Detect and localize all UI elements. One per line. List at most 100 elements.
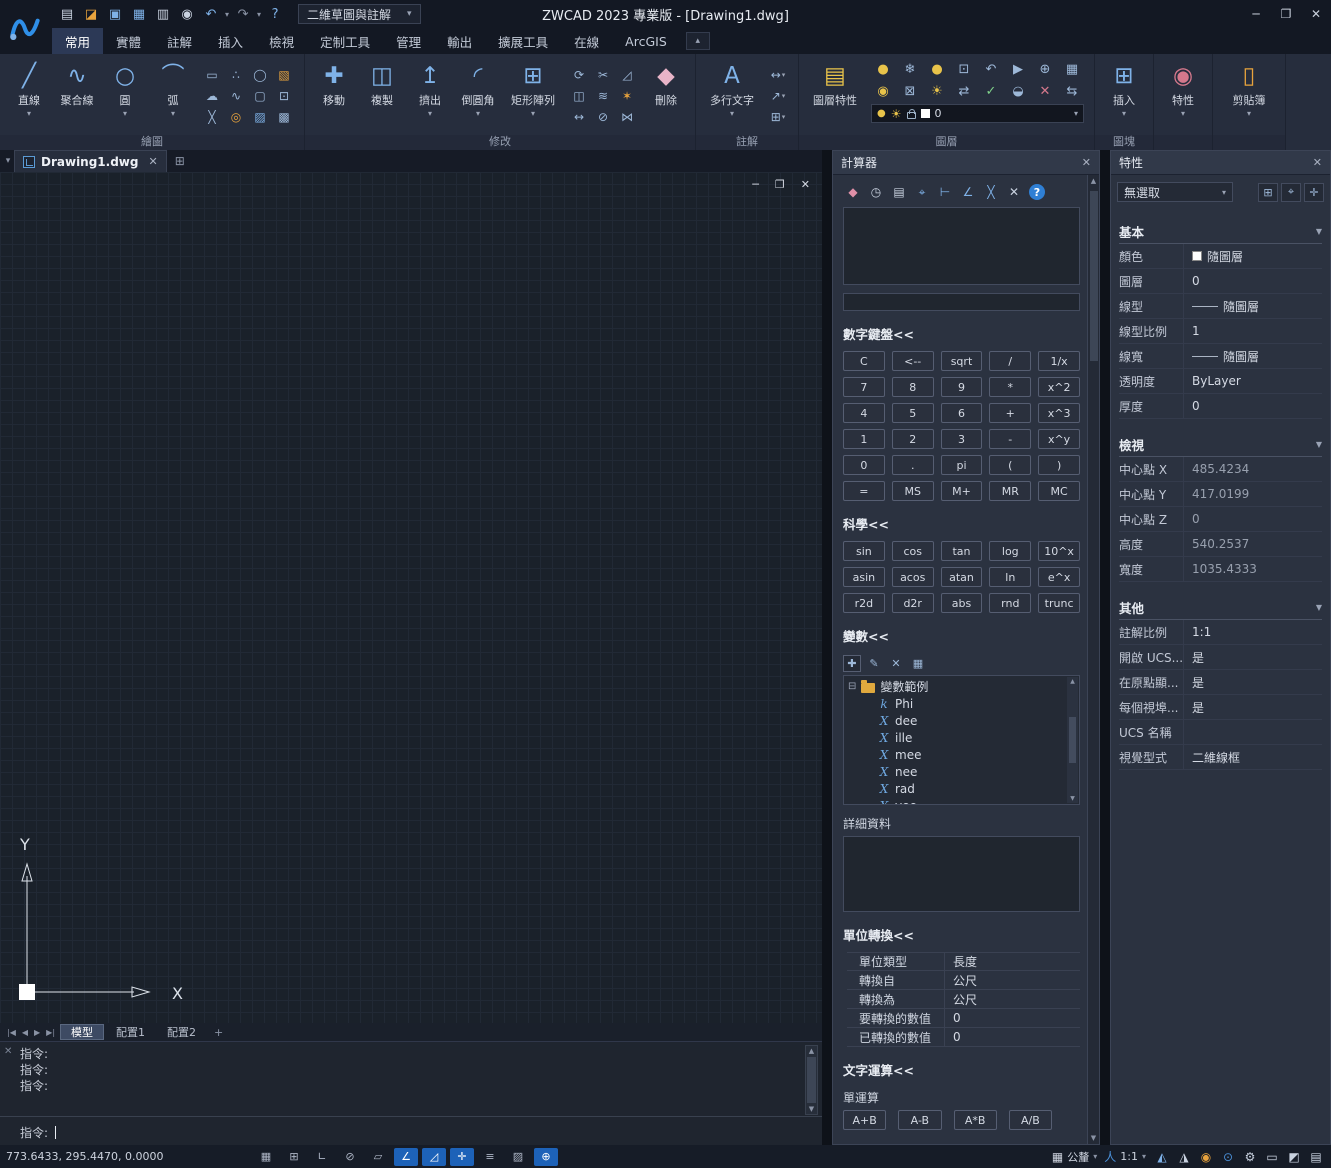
drawing-close-icon[interactable]: ✕ bbox=[801, 178, 810, 191]
calc-button-8[interactable]: 8 bbox=[892, 377, 934, 397]
unit-row-value[interactable]: 0 bbox=[945, 1030, 961, 1044]
scroll-up-icon[interactable]: ▲ bbox=[809, 1047, 814, 1055]
calc-button-.[interactable]: . bbox=[892, 455, 934, 475]
calc-button-1[interactable]: 1 bbox=[843, 429, 885, 449]
stretch-button[interactable]: ↥擠出▾ bbox=[407, 57, 453, 135]
calc-button-pi[interactable]: pi bbox=[941, 455, 983, 475]
erase-button[interactable]: ◆刪除 bbox=[643, 57, 689, 135]
layer-select-dropdown[interactable]: ●☀0▾ bbox=[871, 104, 1084, 123]
calc-button-+[interactable]: + bbox=[989, 403, 1031, 423]
calc-button-0[interactable]: 0 bbox=[843, 455, 885, 475]
snap-mode-icon[interactable]: ⊞ bbox=[282, 1148, 306, 1166]
calc-button-)[interactable]: ) bbox=[1038, 455, 1080, 475]
calc-button-r2d[interactable]: r2d bbox=[843, 593, 885, 613]
scroll-up-icon[interactable]: ▲ bbox=[1070, 678, 1075, 685]
mtext-button[interactable]: A多行文字▾ bbox=[702, 57, 762, 135]
polyline-button[interactable]: ∿聚合線 bbox=[54, 57, 100, 135]
variable-item[interactable]: Xmee bbox=[848, 746, 1063, 763]
layer-translate-icon[interactable]: ⇆ bbox=[1060, 81, 1084, 101]
angle-of-line-icon[interactable]: ∠ bbox=[958, 182, 978, 202]
layout-nav-icon-2[interactable]: ▶ bbox=[31, 1028, 43, 1037]
annotation-scale-dropdown[interactable]: 人 1:1 ▾ bbox=[1104, 1148, 1146, 1165]
close-button[interactable]: ✕ bbox=[1301, 0, 1331, 28]
calc-button-trunc[interactable]: trunc bbox=[1038, 593, 1080, 613]
layer-walk-icon[interactable]: ▶ bbox=[1006, 59, 1030, 79]
calc-button-sin[interactable]: sin bbox=[843, 541, 885, 561]
calc-button-x^3[interactable]: x^3 bbox=[1038, 403, 1080, 423]
calc-button-2[interactable]: 2 bbox=[892, 429, 934, 449]
move-button[interactable]: ✚移動 bbox=[311, 57, 357, 135]
ribbon-tab-輸出[interactable]: 輸出 bbox=[434, 28, 485, 54]
zwcad-logo[interactable] bbox=[0, 0, 50, 54]
property-value[interactable]: 是 bbox=[1183, 670, 1322, 694]
property-value[interactable]: 是 bbox=[1183, 645, 1322, 669]
unit-row-value[interactable]: 公尺 bbox=[945, 991, 977, 1008]
property-value[interactable]: 隨圖層 bbox=[1183, 344, 1322, 368]
calc-button-MR[interactable]: MR bbox=[989, 481, 1031, 501]
command-scrollbar[interactable]: ▲ ▼ bbox=[805, 1045, 818, 1115]
layout-tab-配置1[interactable]: 配置1 bbox=[106, 1024, 155, 1040]
property-value[interactable]: 0 bbox=[1183, 507, 1322, 531]
delete-variable-icon[interactable]: ✕ bbox=[887, 655, 905, 672]
wipeout-icon[interactable]: ▩ bbox=[274, 108, 294, 127]
dynamic-input-icon[interactable]: ✛ bbox=[450, 1148, 474, 1166]
circle-button[interactable]: ○圓▾ bbox=[102, 57, 148, 135]
help-icon[interactable]: ? bbox=[264, 4, 286, 24]
calc-button-9[interactable]: 9 bbox=[941, 377, 983, 397]
properties-section-header[interactable]: 基本▼ bbox=[1119, 220, 1322, 244]
properties-panel-button[interactable]: ◉特性▾ bbox=[1160, 57, 1206, 135]
document-tab-close-icon[interactable]: ✕ bbox=[148, 155, 157, 168]
calc-button-x^2[interactable]: x^2 bbox=[1038, 377, 1080, 397]
calc-button-6[interactable]: 6 bbox=[941, 403, 983, 423]
calculator-close-icon[interactable]: ✕ bbox=[1082, 156, 1091, 169]
layer-states-icon[interactable]: ▦ bbox=[1060, 59, 1084, 79]
properties-section-header[interactable]: 其他▼ bbox=[1119, 596, 1322, 620]
transparency-icon[interactable]: ▨ bbox=[506, 1148, 530, 1166]
scroll-down-icon[interactable]: ▼ bbox=[1070, 795, 1075, 802]
hatch-icon[interactable]: ▨ bbox=[250, 108, 270, 127]
quick-select-icon[interactable]: ⊞ bbox=[1258, 183, 1278, 202]
drawing-minimize-icon[interactable]: ─ bbox=[752, 178, 759, 191]
undo-icon[interactable]: ↶ bbox=[200, 4, 222, 24]
calc-button-x^y[interactable]: x^y bbox=[1038, 429, 1080, 449]
property-value[interactable]: ByLayer bbox=[1183, 369, 1322, 393]
open-folder-icon[interactable]: ◪ bbox=[80, 4, 102, 24]
text-op-button-A+B[interactable]: A+B bbox=[843, 1110, 886, 1130]
text-op-button-A-B[interactable]: A-B bbox=[898, 1110, 941, 1130]
explode-icon[interactable]: ✶ bbox=[617, 87, 637, 106]
get-coordinates-icon[interactable]: ⌖ bbox=[912, 182, 932, 202]
layer-thaw-all-icon[interactable]: ☀ bbox=[925, 81, 949, 101]
save-as-icon[interactable]: ▦ bbox=[128, 4, 150, 24]
layout-nav-icon-0[interactable]: |◀ bbox=[4, 1028, 19, 1037]
toggle-pickadd-icon[interactable]: ✛ bbox=[1304, 183, 1324, 202]
selection-cycling-icon[interactable]: ⊕ bbox=[534, 1148, 558, 1166]
distance-between-points-icon[interactable]: ⊢ bbox=[935, 182, 955, 202]
property-value[interactable]: 485.4234 bbox=[1183, 457, 1322, 481]
scroll-down-icon[interactable]: ▼ bbox=[809, 1105, 814, 1113]
command-window[interactable]: ✕ 指令:指令:指令: 指令: ▲ ▼ bbox=[0, 1041, 822, 1145]
calc-button-e^x[interactable]: e^x bbox=[1038, 567, 1080, 587]
calc-button-4[interactable]: 4 bbox=[843, 403, 885, 423]
layer-unlock-icon[interactable]: ⊡ bbox=[952, 59, 976, 79]
property-value[interactable]: 隨圖層 bbox=[1183, 244, 1322, 268]
ribbon-tab-插入[interactable]: 插入 bbox=[205, 28, 256, 54]
new-file-icon[interactable]: ▤ bbox=[56, 4, 78, 24]
calc-button-acos[interactable]: acos bbox=[892, 567, 934, 587]
variable-item[interactable]: kPhi bbox=[848, 695, 1063, 712]
rotate-icon[interactable]: ⟳ bbox=[569, 66, 589, 85]
command-prompt-line[interactable]: 指令: bbox=[20, 1124, 56, 1141]
rectangle-icon[interactable]: ▭ bbox=[202, 66, 222, 85]
calc-button-cos[interactable]: cos bbox=[892, 541, 934, 561]
text-op-button-A*B[interactable]: A*B bbox=[954, 1110, 997, 1130]
calc-button-tan[interactable]: tan bbox=[941, 541, 983, 561]
property-value[interactable]: 417.0199 bbox=[1183, 482, 1322, 506]
redo-icon-dropdown[interactable]: ▾ bbox=[257, 10, 261, 19]
scrollbar-thumb[interactable] bbox=[1090, 191, 1098, 361]
close-small-icon[interactable]: ✕ bbox=[1004, 182, 1024, 202]
text-op-button-A/B[interactable]: A/B bbox=[1009, 1110, 1052, 1130]
layer-freeze-other-icon[interactable]: ◒ bbox=[1006, 81, 1030, 101]
variable-item[interactable]: Xille bbox=[848, 729, 1063, 746]
calc-button-/[interactable]: / bbox=[989, 351, 1031, 371]
properties-close-icon[interactable]: ✕ bbox=[1313, 156, 1322, 169]
new-document-icon[interactable]: ⊞ bbox=[175, 154, 185, 168]
